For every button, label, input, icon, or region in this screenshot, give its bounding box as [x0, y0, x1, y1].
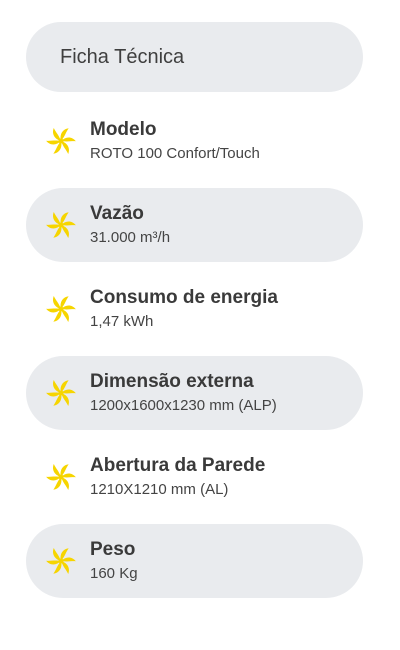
spec-label: Vazão	[90, 202, 144, 224]
spec-item-consumo: Consumo de energia 1,47 kWh	[26, 272, 363, 346]
spec-sheet-title: Ficha Técnica	[26, 22, 363, 92]
spec-item-abertura: Abertura da Parede 1210X1210 mm (AL)	[26, 440, 363, 514]
spec-value: 1200x1600x1230 mm (ALP)	[90, 397, 277, 415]
spec-value: 160 Kg	[90, 565, 138, 583]
fan-icon	[44, 208, 78, 242]
spec-value: 1,47 kWh	[90, 313, 154, 331]
spec-value: ROTO 100 Confort/Touch	[90, 145, 260, 163]
spec-sheet: Ficha Técnica Modelo ROTO 100 Confort/To…	[26, 22, 363, 608]
spec-item-peso: Peso 160 Kg	[26, 524, 363, 598]
spec-label: Dimensão externa	[90, 370, 254, 392]
fan-icon	[44, 124, 78, 158]
fan-icon	[44, 376, 78, 410]
spec-item-dimensao: Dimensão externa 1200x1600x1230 mm (ALP)	[26, 356, 363, 430]
spec-label: Peso	[90, 538, 136, 560]
spec-list: Modelo ROTO 100 Confort/Touch Vazão 31.0…	[26, 104, 363, 598]
fan-icon	[44, 460, 78, 494]
spec-label: Modelo	[90, 118, 157, 140]
spec-item-vazao: Vazão 31.000 m³/h	[26, 188, 363, 262]
spec-value: 31.000 m³/h	[90, 229, 171, 247]
spec-item-modelo: Modelo ROTO 100 Confort/Touch	[26, 104, 363, 178]
spec-label: Consumo de energia	[90, 286, 278, 308]
spec-label: Abertura da Parede	[90, 454, 266, 476]
fan-icon	[44, 544, 78, 578]
fan-icon	[44, 292, 78, 326]
spec-value: 1210X1210 mm (AL)	[90, 481, 229, 499]
